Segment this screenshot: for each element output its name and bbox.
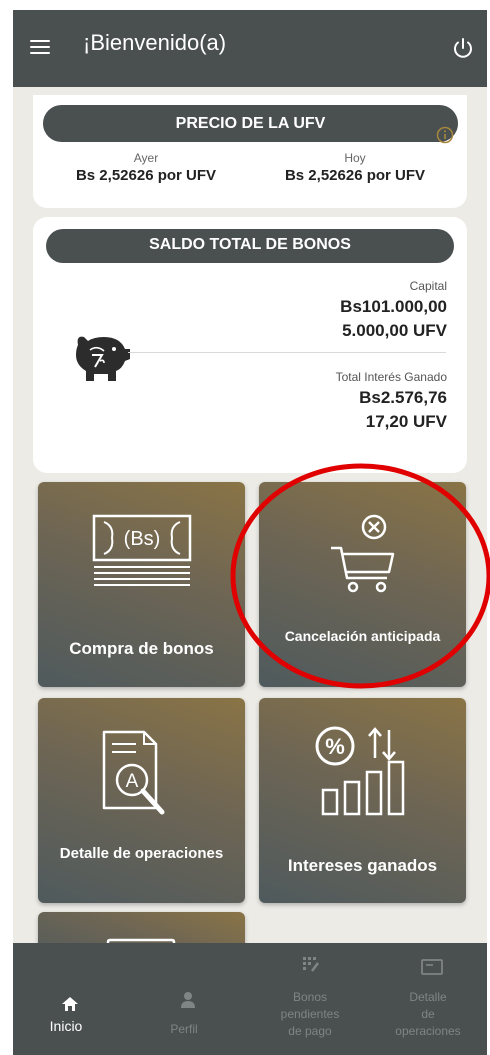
annotation-circle — [230, 463, 490, 689]
